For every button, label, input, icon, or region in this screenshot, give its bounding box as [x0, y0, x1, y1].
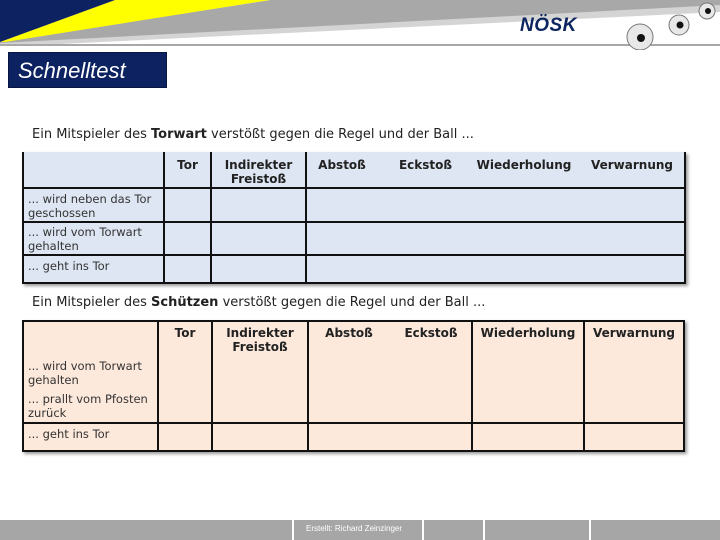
table-border — [22, 152, 24, 284]
col-header-indirekter-freistoss: Indirekter Freistoß — [226, 326, 294, 354]
col-header-verwarnung: Verwarnung — [590, 158, 673, 172]
col-header-wiederholung: Wiederholung — [480, 326, 576, 340]
row-label: ... wird neben das Tor geschossen — [28, 192, 152, 220]
table-border — [683, 320, 685, 452]
row-divider — [22, 221, 686, 223]
slide-title-box: Schnelltest — [8, 52, 167, 88]
col-header-abstoss: Abstoß — [325, 326, 373, 340]
col-header-verwarnung: Verwarnung — [592, 326, 675, 340]
table-border — [22, 282, 686, 284]
col-header-abstoss: Abstoß — [318, 158, 366, 172]
table1-caption-pre: Ein Mitspieler des — [32, 127, 151, 142]
table2-caption-pre: Ein Mitspieler des — [32, 295, 151, 310]
table2-schuetzen: Tor Indirekter Freistoß Abstoß Eckstoß W… — [22, 320, 685, 452]
col-header-indirekter-freistoss: Indirekter Freistoß — [224, 158, 293, 186]
footer-bar: Erstellt: Richard Zeinzinger — [0, 520, 720, 540]
table1-caption-post: verstößt gegen die Regel und der Ball ..… — [206, 127, 474, 142]
table1-caption-bold: Torwart — [151, 127, 207, 142]
table-border — [22, 320, 24, 452]
col-header-eckstoss: Eckstoß — [398, 158, 453, 172]
table2-caption-bold: Schützen — [151, 295, 219, 310]
col-header-tor: Tor — [177, 158, 198, 172]
row-label: ... geht ins Tor — [28, 259, 110, 273]
table1-caption: Ein Mitspieler des Torwart verstößt gege… — [32, 127, 474, 142]
slide-title: Schnelltest — [18, 58, 126, 83]
table2-caption: Ein Mitspieler des Schützen verstößt geg… — [32, 295, 485, 310]
header-banner — [0, 0, 720, 50]
row-divider — [22, 422, 685, 424]
footer-credit: Erstellt: Richard Zeinzinger — [306, 524, 403, 533]
footer-segment — [0, 520, 292, 540]
table-border — [22, 320, 685, 322]
footer-segment — [424, 520, 483, 540]
row-label: ... prallt vom Pfosten zurück — [28, 392, 148, 420]
col-header-wiederholung: Wiederholung — [476, 158, 572, 172]
row-divider — [22, 187, 686, 189]
table-border — [684, 152, 686, 284]
table-border — [22, 450, 685, 452]
col-header-tor: Tor — [174, 326, 196, 340]
row-divider — [22, 254, 686, 256]
footer-credit-segment: Erstellt: Richard Zeinzinger — [294, 520, 422, 540]
footer-segment — [485, 520, 589, 540]
table1-torwart: Tor Indirekter Freistoß Abstoß Eckstoß W… — [22, 152, 686, 284]
col-header-eckstoss: Eckstoß — [404, 326, 458, 340]
row-label: ... wird vom Torwart gehalten — [28, 359, 142, 387]
row-label: ... wird vom Torwart gehalten — [28, 225, 142, 253]
row-label: ... geht ins Tor — [28, 427, 110, 441]
brand-logo-text: NÖSK — [520, 15, 577, 36]
footer-segment — [591, 520, 720, 540]
table2-caption-post: verstößt gegen die Regel und der Ball ..… — [218, 295, 486, 310]
